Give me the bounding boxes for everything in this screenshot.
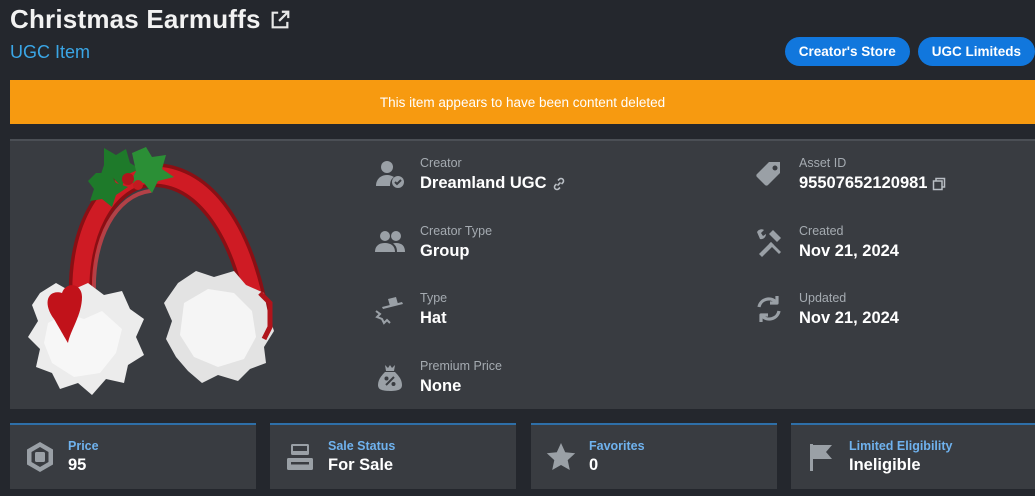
register-icon — [287, 444, 313, 470]
type-value: Hat — [420, 309, 447, 327]
copy-icon[interactable] — [931, 176, 947, 192]
title-row: Christmas Earmuffs — [10, 4, 291, 35]
updated-label: Updated — [799, 291, 847, 305]
created-value: Nov 21, 2024 — [799, 242, 899, 260]
item-thumbnail — [12, 143, 280, 409]
type-label: Type — [420, 291, 448, 305]
stat-card-sale-status: Sale Status For Sale — [270, 423, 516, 489]
creator-type-info: Creator Type Group — [374, 224, 492, 261]
ugc-limiteds-button[interactable]: UGC Limiteds — [917, 37, 1035, 66]
stat-card-limited-eligibility: Limited Eligibility Ineligible — [791, 423, 1035, 489]
premium-price-label: Premium Price — [420, 359, 502, 373]
page-title: Christmas Earmuffs — [10, 4, 261, 34]
star-icon — [546, 443, 576, 470]
asset-id-info: Asset ID 95507652120981 — [753, 156, 947, 193]
hat-icon — [375, 297, 403, 325]
refresh-icon — [757, 296, 781, 322]
stat-label: Limited Eligibility — [849, 439, 953, 453]
creator-type-label: Creator Type — [420, 224, 493, 238]
updated-value: Nov 21, 2024 — [799, 309, 899, 327]
creator-link[interactable]: Dreamland UGC — [420, 174, 547, 193]
tools-icon — [757, 229, 781, 257]
stat-value: For Sale — [328, 456, 394, 474]
group-icon — [375, 231, 405, 252]
asset-id-label: Asset ID — [799, 156, 847, 170]
flag-icon — [810, 444, 832, 471]
stat-label: Price — [68, 439, 99, 453]
premium-price-value: None — [420, 377, 462, 395]
updated-info: Updated Nov 21, 2024 — [753, 291, 899, 328]
stat-card-price: Price 95 — [10, 423, 256, 489]
robux-icon — [27, 442, 53, 472]
asset-id-value: 95507652120981 — [799, 174, 928, 192]
header-buttons: Creator's Store UGC Limiteds — [784, 37, 1035, 66]
creator-label: Creator — [420, 156, 462, 170]
premium-bag-icon — [378, 365, 402, 391]
created-label: Created — [799, 224, 844, 238]
creator-type-value: Group — [420, 242, 470, 260]
stat-label: Favorites — [589, 439, 645, 453]
creator-verified-icon — [376, 161, 404, 188]
stat-value: 0 — [589, 456, 599, 474]
link-icon[interactable] — [551, 176, 567, 192]
content-deleted-banner: This item appears to have been content d… — [10, 80, 1035, 124]
external-link-icon[interactable] — [269, 9, 291, 31]
tag-icon — [756, 162, 780, 186]
stat-value: Ineligible — [849, 456, 921, 474]
created-info: Created Nov 21, 2024 — [753, 224, 899, 261]
type-info: Type Hat — [374, 291, 447, 328]
item-category: UGC Item — [10, 42, 91, 62]
item-details-panel: Creator Dreamland UGC Creator Type Group… — [10, 139, 1035, 409]
stat-value: 95 — [68, 456, 87, 474]
creators-store-button[interactable]: Creator's Store — [784, 37, 910, 66]
premium-price-info: Premium Price None — [374, 359, 502, 396]
stat-label: Sale Status — [328, 439, 396, 453]
creator-info: Creator Dreamland UGC — [374, 156, 567, 193]
stat-card-favorites: Favorites 0 — [531, 423, 777, 489]
